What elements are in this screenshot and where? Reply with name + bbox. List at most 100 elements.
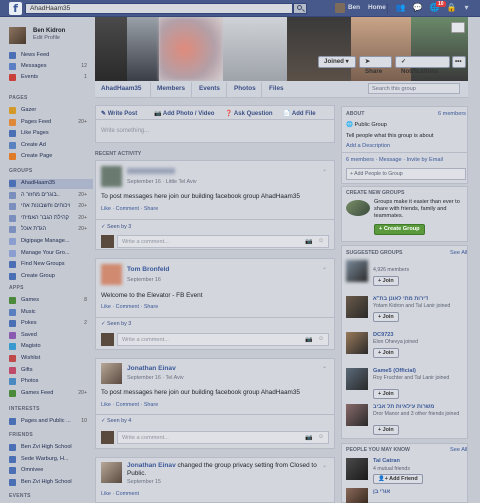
tab-group-name[interactable]: AhadHaam35 — [101, 85, 142, 92]
sidebar-item[interactable]: Pokes 2 — [9, 319, 93, 329]
post-actions[interactable]: Like · Comment · Share — [101, 304, 158, 310]
suggested-group-name[interactable]: DC9723 — [373, 332, 463, 338]
sticker-icon[interactable]: ☺ — [318, 434, 324, 440]
ask-question-tab[interactable]: ❓ Ask Question — [225, 110, 273, 117]
sidebar-item[interactable]: AhadHaam35 — [9, 179, 93, 189]
search-button[interactable] — [293, 3, 307, 14]
camera-icon[interactable]: 📷 — [305, 336, 312, 343]
person-name[interactable]: Tal Catran — [373, 458, 400, 464]
sidebar-item[interactable]: Wishlist — [9, 354, 93, 364]
sidebar-item[interactable]: Events 1 — [9, 73, 93, 83]
camera-icon[interactable]: 📷 — [305, 238, 312, 245]
sidebar-item[interactable]: Ben Zvi High School — [9, 443, 93, 453]
sidebar-item[interactable]: Messages 12 — [9, 62, 93, 72]
search-input[interactable]: AhadHaam35 — [25, 3, 293, 14]
post-author-name[interactable]: Jonathan Einav — [127, 462, 176, 469]
post-actions[interactable]: Like · Comment — [101, 491, 139, 497]
friend-requests-icon[interactable]: 👥 — [395, 3, 406, 13]
home-link[interactable]: Home — [368, 4, 386, 11]
sidebar-item[interactable]: Pages Feed 20+ — [9, 118, 93, 128]
sidebar-item[interactable]: Magisto — [9, 342, 93, 352]
profile-link[interactable]: Ben — [348, 4, 360, 11]
pymk-see-all-link[interactable]: See All — [450, 447, 467, 453]
suggested-group-photo[interactable] — [346, 332, 368, 354]
join-group-button[interactable]: + Join — [373, 312, 399, 322]
suggested-group-photo[interactable] — [346, 296, 368, 318]
suggested-group-name[interactable]: Game5 (Official) — [373, 368, 463, 374]
sidebar-item[interactable]: Games Feed 20+ — [9, 389, 93, 399]
sidebar-item[interactable]: Like Pages — [9, 129, 93, 139]
suggested-group-photo[interactable] — [346, 260, 368, 282]
add-photo-tab[interactable]: 📷 Add Photo / Video — [154, 110, 214, 117]
edit-profile-link[interactable]: Edit Profile — [33, 35, 60, 41]
suggested-group-photo[interactable] — [346, 368, 368, 390]
lock-privacy-icon[interactable]: 🔒 — [446, 3, 457, 13]
sidebar-item[interactable]: הגדת אוכל 20+ — [9, 225, 93, 235]
profile-picture[interactable] — [9, 27, 26, 44]
sidebar-item[interactable]: ויכוחים וחשבונות אחי 20+ — [9, 202, 93, 212]
sidebar-item[interactable]: Create Page — [9, 152, 93, 162]
sidebar-item[interactable]: Gazer — [9, 106, 93, 116]
add-people-input[interactable]: + Add People to Group — [346, 168, 466, 180]
sidebar-item[interactable]: Ben Zvi High School — [9, 478, 93, 488]
messages-icon[interactable]: 💬 — [412, 3, 423, 13]
comment-input[interactable]: Write a comment... — [117, 235, 329, 248]
post-author-name[interactable]: Jonathan Einav — [127, 365, 176, 372]
post-actions[interactable]: Like · Comment · Share — [101, 206, 158, 212]
post-author-avatar[interactable] — [101, 363, 122, 384]
seen-by[interactable]: ✓ Seen by 4 — [101, 418, 131, 424]
sidebar-item[interactable]: Manage Your Gro... — [9, 249, 93, 259]
member-actions-links[interactable]: 6 members · Message · Invite by Email — [346, 157, 443, 163]
suggested-group-name[interactable]: דירות מתי לאונן בת"א — [373, 296, 463, 302]
add-description-link[interactable]: Add a Description — [346, 143, 390, 149]
suggested-group-name[interactable]: משרות עילאיות תל אביב — [373, 404, 463, 410]
join-group-button[interactable]: + Join — [373, 389, 399, 399]
write-post-tab[interactable]: ✎ Write Post — [101, 110, 137, 117]
join-group-button[interactable]: + Join — [373, 425, 399, 435]
sidebar-item[interactable]: Music — [9, 308, 93, 318]
sidebar-item[interactable]: Saved — [9, 331, 93, 341]
post-options-chevron-icon[interactable]: ⌄ — [322, 264, 327, 271]
post-author-name[interactable]: Tom Bronfeld — [127, 266, 169, 273]
joined-button[interactable]: Joined ▾ — [318, 56, 356, 68]
join-group-button[interactable]: + Join — [373, 276, 399, 286]
camera-edit-icon[interactable] — [451, 22, 465, 33]
sidebar-item[interactable]: Photos — [9, 377, 93, 387]
sticker-icon[interactable]: ☺ — [318, 238, 324, 244]
settings-caret-icon[interactable]: ▾ — [461, 3, 472, 13]
tab-files[interactable]: Files — [269, 85, 284, 92]
tab-members[interactable]: Members — [157, 85, 185, 92]
join-group-button[interactable]: + Join — [373, 348, 399, 358]
sidebar-item[interactable]: Sede Warburg, H... — [9, 455, 93, 465]
person-photo[interactable] — [346, 458, 368, 480]
suggested-group-photo[interactable] — [346, 404, 368, 426]
more-options-button[interactable]: ••• — [452, 56, 466, 68]
notifications-button[interactable]: ✓ Notifications — [395, 56, 450, 75]
add-friend-button[interactable]: 👤+ Add Friend — [373, 474, 423, 484]
sidebar-item[interactable]: Create Group — [9, 272, 93, 282]
sidebar-item[interactable]: בוגרים מחזור ה.. 20+ — [9, 191, 93, 201]
post-author-avatar[interactable] — [101, 264, 122, 285]
post-options-chevron-icon[interactable]: ⌄ — [322, 166, 327, 173]
create-group-button[interactable]: + Create Group — [374, 224, 425, 235]
facebook-logo-icon[interactable]: f — [9, 2, 22, 15]
sidebar-item[interactable]: Games 8 — [9, 296, 93, 306]
sticker-icon[interactable]: ☺ — [318, 336, 324, 342]
comment-input[interactable]: Write a comment... — [117, 431, 329, 444]
person-photo[interactable] — [346, 488, 368, 503]
group-search-input[interactable]: Search this group — [368, 83, 460, 94]
post-actions[interactable]: Like · Comment · Share — [101, 402, 158, 408]
sidebar-item[interactable]: קהילת הגבר האמיתי 20+ — [9, 214, 93, 224]
post-author-avatar[interactable] — [101, 462, 122, 483]
add-file-tab[interactable]: 📄 Add File — [283, 110, 316, 117]
post-author-name[interactable] — [127, 168, 175, 174]
avatar[interactable] — [335, 3, 345, 13]
seen-by[interactable]: ✓ Seen by 3 — [101, 224, 131, 230]
post-author-avatar[interactable] — [101, 166, 122, 187]
seen-by[interactable]: ✓ Seen by 3 — [101, 321, 131, 327]
sidebar-item[interactable]: Pages and Public ... 10 — [9, 417, 93, 427]
person-name[interactable]: אורי בן — [373, 489, 390, 495]
tab-events[interactable]: Events — [199, 85, 220, 92]
sidebar-item[interactable]: News Feed — [9, 51, 93, 61]
members-count-link[interactable]: 6 members — [438, 111, 466, 117]
